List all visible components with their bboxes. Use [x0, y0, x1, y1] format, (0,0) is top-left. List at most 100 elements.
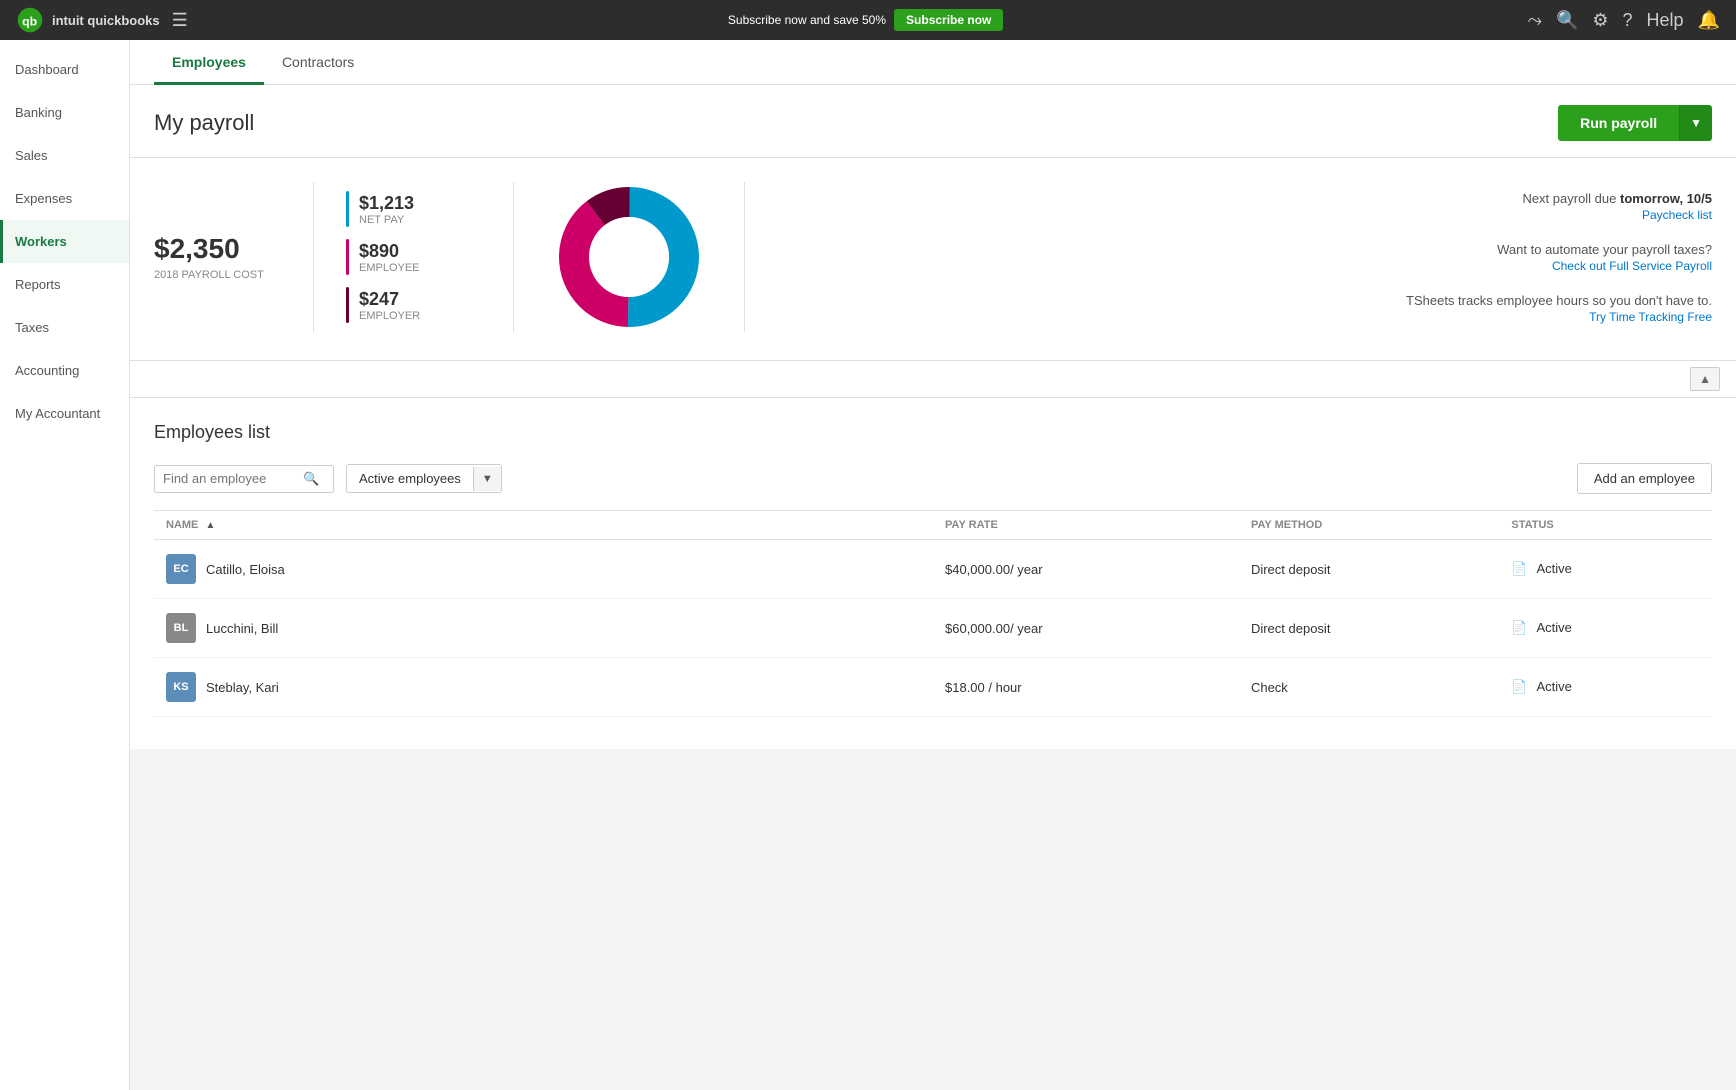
donut-chart-section [514, 182, 745, 332]
sidebar-item-reports[interactable]: Reports [0, 263, 129, 306]
tsheets-text: TSheets tracks employee hours so you don… [1406, 293, 1712, 308]
next-payroll-date: tomorrow, 10/5 [1620, 191, 1712, 206]
tab-employees[interactable]: Employees [154, 40, 264, 85]
breakdown-employer-label: EMPLOYER [359, 310, 420, 322]
run-payroll-button-wrap: Run payroll ▼ [1558, 105, 1712, 141]
settings-icon[interactable]: ⚙ [1592, 10, 1608, 31]
breakdown-net-amount: $1,213 [359, 193, 414, 214]
employee-name-cell: KS Steblay, Kari [154, 658, 933, 717]
employee-name: Lucchini, Bill [206, 621, 278, 636]
employee-pay-method: Direct deposit [1239, 540, 1499, 599]
table-row[interactable]: EC Catillo, Eloisa $40,000.00/ year Dire… [154, 540, 1712, 599]
collapse-button[interactable]: ▲ [1690, 367, 1720, 391]
search-icon: 🔍 [303, 471, 319, 487]
toolbar-left: 🔍 Active employees ▼ [154, 464, 502, 493]
search-icon[interactable]: 🔍 [1556, 10, 1578, 31]
filter-dropdown[interactable]: Active employees ▼ [346, 464, 502, 493]
search-input[interactable] [163, 471, 303, 486]
breakdown-bar-net [346, 191, 349, 227]
employees-section-title: Employees list [154, 422, 1712, 443]
sidebar-item-dashboard[interactable]: Dashboard [0, 48, 129, 91]
sidebar-item-accounting[interactable]: Accounting [0, 349, 129, 392]
automate-text: Want to automate your payroll taxes? [1497, 242, 1712, 257]
breakdown-net-label: NET PAY [359, 214, 414, 226]
sidebar-item-banking[interactable]: Banking [0, 91, 129, 134]
breakdown-employer: $247 EMPLOYER [346, 287, 481, 323]
next-payroll-label: Next payroll due [1522, 191, 1616, 206]
breakdown-employee: $890 EMPLOYEE [346, 239, 481, 275]
employee-status: 📄 Active [1499, 540, 1712, 599]
next-payroll-info: Next payroll due tomorrow, 10/5 Paycheck… [785, 191, 1712, 222]
employee-pay-method: Direct deposit [1239, 599, 1499, 658]
main-content: Employees Contractors My payroll Run pay… [130, 40, 1736, 1090]
page-header: My payroll Run payroll ▼ [130, 85, 1736, 158]
subscribe-button[interactable]: Subscribe now [894, 9, 1003, 31]
payroll-cost-label: 2018 PAYROLL COST [154, 269, 281, 281]
employee-pay-method: Check [1239, 658, 1499, 717]
sidebar-item-taxes[interactable]: Taxes [0, 306, 129, 349]
status-icon: 📄 [1511, 620, 1527, 635]
col-name[interactable]: NAME ▲ [154, 511, 933, 540]
help-label[interactable]: Help [1647, 10, 1684, 31]
sidebar-item-workers[interactable]: Workers [0, 220, 129, 263]
col-pay-method: PAY METHOD [1239, 511, 1499, 540]
donut-chart [554, 182, 704, 332]
run-payroll-caret[interactable]: ▼ [1679, 105, 1712, 141]
employees-tbody: EC Catillo, Eloisa $40,000.00/ year Dire… [154, 540, 1712, 717]
employee-status: 📄 Active [1499, 658, 1712, 717]
payroll-summary: $2,350 2018 PAYROLL COST $1,213 NET PAY … [130, 158, 1736, 361]
employees-toolbar: 🔍 Active employees ▼ Add an employee [154, 463, 1712, 494]
employee-pay-rate: $60,000.00/ year [933, 599, 1239, 658]
avatar: EC [166, 554, 196, 584]
breakdown-employee-amount: $890 [359, 241, 420, 262]
employee-name: Steblay, Kari [206, 680, 279, 695]
hamburger-icon[interactable]: ☰ [172, 10, 188, 31]
table-header: NAME ▲ PAY RATE PAY METHOD STATUS [154, 511, 1712, 540]
payroll-breakdown: $1,213 NET PAY $890 EMPLOYEE $247 EMPL [314, 182, 514, 332]
topbar-actions: ⤳ 🔍 ⚙ ? Help 🔔 [1528, 10, 1720, 31]
page-title: My payroll [154, 110, 254, 136]
svg-text:qb: qb [22, 14, 37, 28]
employee-pay-rate: $40,000.00/ year [933, 540, 1239, 599]
breakdown-employee-label: EMPLOYEE [359, 262, 420, 274]
time-tracking-link[interactable]: Try Time Tracking Free [785, 310, 1712, 324]
status-icon: 📄 [1511, 679, 1527, 694]
notifications-icon[interactable]: 🔔 [1698, 10, 1720, 31]
run-payroll-button[interactable]: Run payroll [1558, 105, 1679, 141]
tab-contractors[interactable]: Contractors [264, 40, 372, 85]
employee-pay-rate: $18.00 / hour [933, 658, 1239, 717]
table-row[interactable]: KS Steblay, Kari $18.00 / hour Check 📄 A… [154, 658, 1712, 717]
col-status: STATUS [1499, 511, 1712, 540]
employee-name: Catillo, Eloisa [206, 562, 285, 577]
layout: Dashboard Banking Sales Expenses Workers… [0, 40, 1736, 1090]
logo-text: intuit quickbooks [52, 13, 160, 28]
add-employee-button[interactable]: Add an employee [1577, 463, 1712, 494]
sidebar-item-my-accountant[interactable]: My Accountant [0, 392, 129, 435]
filter-dropdown-caret-icon: ▼ [473, 467, 501, 491]
breakdown-employer-amount: $247 [359, 289, 420, 310]
col-pay-rate: PAY RATE [933, 511, 1239, 540]
help-icon[interactable]: ? [1623, 10, 1633, 31]
avatar: KS [166, 672, 196, 702]
logo[interactable]: qb intuit quickbooks [16, 6, 160, 34]
sidebar-item-sales[interactable]: Sales [0, 134, 129, 177]
paycheck-list-link[interactable]: Paycheck list [785, 208, 1712, 222]
topbar: qb intuit quickbooks ☰ Subscribe now and… [0, 0, 1736, 40]
table-row[interactable]: BL Lucchini, Bill $60,000.00/ year Direc… [154, 599, 1712, 658]
sidebar-item-expenses[interactable]: Expenses [0, 177, 129, 220]
tsheets-info: TSheets tracks employee hours so you don… [785, 293, 1712, 324]
avatar: BL [166, 613, 196, 643]
tabs-bar: Employees Contractors [130, 40, 1736, 85]
add-icon[interactable]: ⤳ [1528, 10, 1542, 31]
sidebar: Dashboard Banking Sales Expenses Workers… [0, 40, 130, 1090]
sort-arrow-icon: ▲ [205, 520, 215, 531]
employee-status: 📄 Active [1499, 599, 1712, 658]
search-wrap: 🔍 [154, 465, 334, 493]
payroll-info: Next payroll due tomorrow, 10/5 Paycheck… [745, 182, 1712, 332]
promo-text: Subscribe now and save 50% [728, 13, 886, 27]
breakdown-bar-employer [346, 287, 349, 323]
full-service-link[interactable]: Check out Full Service Payroll [785, 259, 1712, 273]
employees-section: Employees list 🔍 Active employees ▼ Add … [130, 398, 1736, 749]
full-service-info: Want to automate your payroll taxes? Che… [785, 242, 1712, 273]
employee-name-cell: EC Catillo, Eloisa [154, 540, 933, 599]
